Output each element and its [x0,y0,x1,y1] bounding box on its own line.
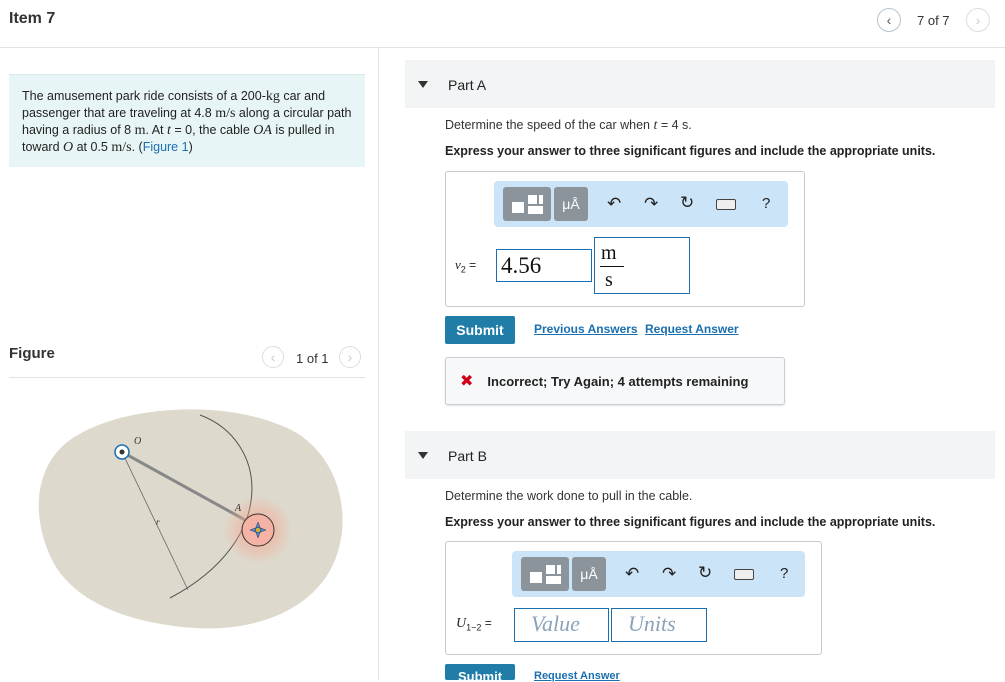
next-item-button[interactable]: › [966,8,990,32]
undo-icon[interactable]: ↶ [625,565,639,582]
figure-counter: 1 of 1 [296,351,329,366]
header-divider [0,47,1005,48]
label-r: r [156,517,160,527]
help-button[interactable]: ? [780,565,788,582]
item-title: Item 7 [9,10,56,27]
prev-item-button[interactable]: ‹ [877,8,901,32]
problem-statement: The amusement park ride consists of a 20… [9,74,365,167]
units-button[interactable]: μÅ [572,557,606,591]
value-input[interactable]: 4.56 [496,249,592,282]
part-a-request-answer-link[interactable]: Request Answer [645,322,739,336]
figure-next-button[interactable]: › [339,346,361,368]
previous-answers-link[interactable]: Previous Answers [534,322,638,336]
templates-icon [512,195,543,214]
part-b-header[interactable] [405,431,995,479]
templates-icon [530,565,561,584]
keyboard-icon[interactable] [734,569,754,580]
part-a-toolbar: μÅ ↶ ↷ ↻ ? [494,181,788,227]
figure-prev-button[interactable]: ‹ [262,346,284,368]
part-a-title: Part A [448,77,487,93]
label-O: O [134,436,141,447]
collapse-triangle-icon[interactable] [418,81,428,88]
help-button[interactable]: ? [762,195,770,212]
feedback-message: ✖ Incorrect; Try Again; 4 attempts remai… [445,357,785,405]
var-label-v2: v2 = [455,257,477,275]
chevron-left-icon: ‹ [886,12,892,28]
part-b-instruction: Express your answer to three significant… [445,515,936,529]
part-b-title: Part B [448,448,487,464]
value-input[interactable]: Value [514,608,609,642]
reset-icon[interactable]: ↻ [680,194,694,211]
templates-button[interactable] [503,187,551,221]
feedback-text: Incorrect; Try Again; 4 attempts remaini… [487,373,749,389]
units-input[interactable]: m s [594,237,690,294]
undo-icon[interactable]: ↶ [607,195,621,212]
figure-heading: Figure [9,345,55,362]
incorrect-x-icon: ✖ [460,373,474,390]
redo-icon[interactable]: ↷ [662,565,676,582]
label-A: A [234,503,242,514]
part-a-instruction: Express your answer to three significant… [445,144,936,158]
part-a-question: Determine the speed of the car when t = … [445,118,692,133]
collapse-triangle-icon[interactable] [418,452,428,459]
part-a-header[interactable] [405,60,995,108]
part-b-request-answer-link[interactable]: Request Answer [534,670,620,682]
figure-link[interactable]: Figure 1 [143,140,189,154]
reset-icon[interactable]: ↻ [698,564,712,581]
chevron-right-icon: › [347,349,353,365]
redo-icon[interactable]: ↷ [644,195,658,212]
ride-figure: O A r [38,409,343,629]
part-b-toolbar: μÅ ↶ ↷ ↻ ? [512,551,805,597]
templates-button[interactable] [521,557,569,591]
figure-divider [9,377,365,378]
part-b-question: Determine the work done to pull in the c… [445,489,693,503]
ground-blob [38,409,343,629]
units-button[interactable]: μÅ [554,187,588,221]
var-label-u12: U1−2 = [456,616,492,633]
chevron-right-icon: › [975,12,981,28]
chevron-left-icon: ‹ [270,349,276,365]
units-input[interactable]: Units [611,608,707,642]
part-b-submit-button[interactable]: Submit [445,664,515,680]
column-divider [378,47,379,680]
item-counter: 7 of 7 [917,13,950,28]
part-a-submit-button[interactable]: Submit [445,316,515,344]
keyboard-icon[interactable] [716,199,736,210]
